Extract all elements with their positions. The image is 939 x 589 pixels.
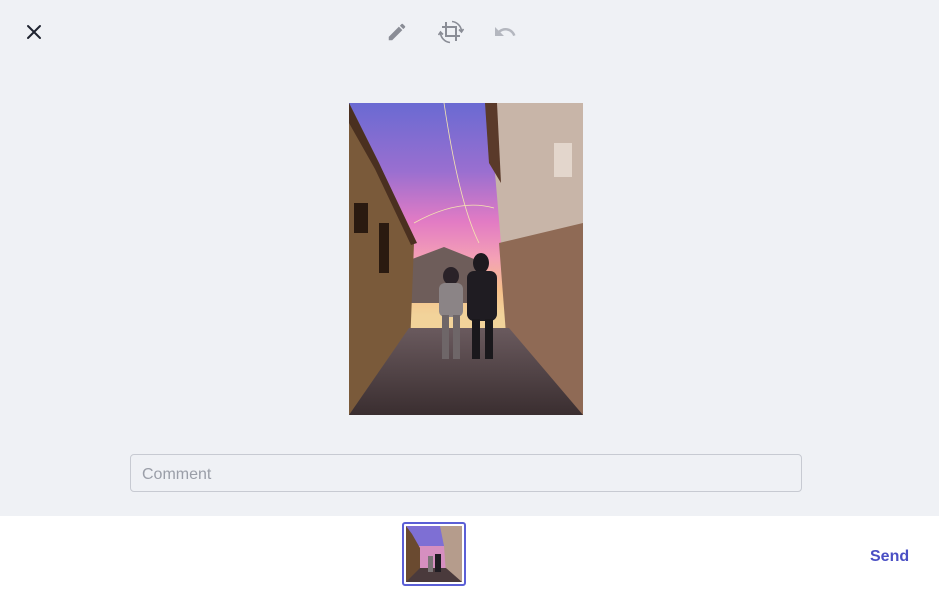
close-icon [27, 25, 41, 39]
selected-image-thumbnail[interactable] [402, 522, 466, 586]
image-toolbar [381, 16, 521, 48]
undo-icon [495, 27, 516, 36]
comment-field[interactable] [130, 454, 802, 492]
image-preview [349, 103, 583, 415]
alley-photo [349, 103, 583, 415]
pencil-icon [388, 23, 406, 41]
crop-rotate-icon [438, 20, 464, 44]
crop-rotate-button[interactable] [435, 16, 467, 48]
editor-area [0, 0, 939, 516]
thumbnail-image [406, 526, 462, 582]
edit-button[interactable] [381, 16, 413, 48]
comment-input[interactable] [131, 455, 801, 491]
send-button[interactable]: Send [862, 545, 917, 569]
footer-bar: Send [0, 516, 939, 589]
close-button[interactable] [20, 18, 48, 46]
thumbnail-photo [406, 526, 462, 582]
undo-button[interactable] [489, 16, 521, 48]
